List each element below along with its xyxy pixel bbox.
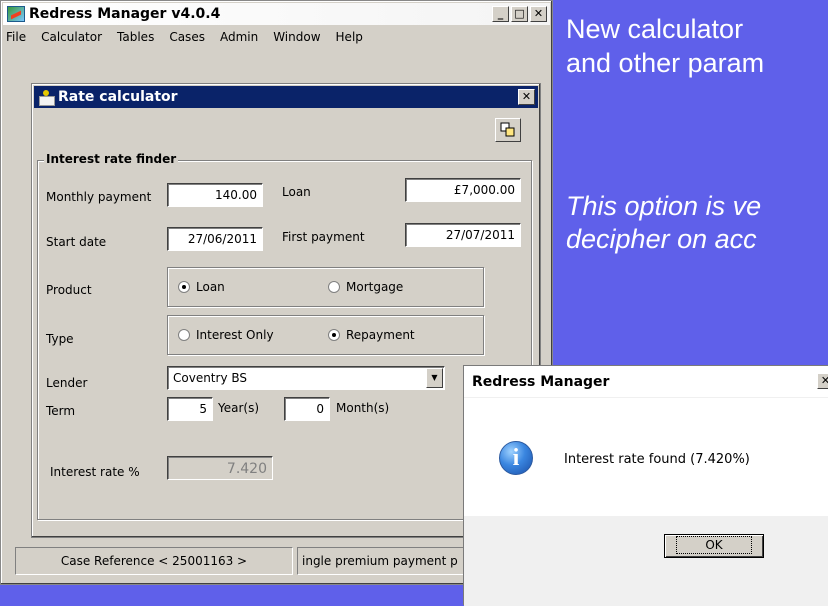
calculator-close-button[interactable]: ✕ <box>518 89 535 105</box>
group-title: Interest rate finder <box>44 152 179 166</box>
app-titlebar[interactable]: Redress Manager v4.0.4 _ □ ✕ <box>3 3 550 25</box>
menu-help[interactable]: Help <box>336 30 363 44</box>
app-logo-icon <box>7 6 25 22</box>
copy-button[interactable] <box>495 118 521 142</box>
monthly-payment-input[interactable]: 140.00 <box>167 183 263 207</box>
calculator-window-icon <box>38 89 55 106</box>
slide-note-line1: This option is ve <box>566 191 762 221</box>
ok-label: OK <box>676 536 752 554</box>
dialog-titlebar[interactable]: Redress Manager <box>464 366 828 398</box>
chevron-down-icon[interactable]: ▼ <box>426 368 443 388</box>
menu-bar: File Calculator Tables Cases Admin Windo… <box>3 27 550 47</box>
menu-calculator[interactable]: Calculator <box>41 30 102 44</box>
menu-file[interactable]: File <box>6 30 26 44</box>
menu-cases[interactable]: Cases <box>169 30 205 44</box>
lender-select[interactable]: Coventry BS ▼ <box>167 366 445 390</box>
radio-unchecked-icon <box>328 281 340 293</box>
minimize-button[interactable]: _ <box>492 6 509 22</box>
message-dialog: Redress Manager ✕ i Interest rate found … <box>463 365 828 606</box>
dialog-message: Interest rate found (7.420%) <box>564 452 750 467</box>
app-title: Redress Manager v4.0.4 <box>29 6 221 22</box>
lender-value: Coventry BS <box>173 371 248 385</box>
type-interest-only-label: Interest Only <box>196 328 274 342</box>
radio-unchecked-icon <box>178 329 190 341</box>
product-radio-group: Loan Mortgage <box>167 267 484 307</box>
menu-tables[interactable]: Tables <box>117 30 154 44</box>
interest-rate-label: Interest rate % <box>50 465 140 479</box>
type-repayment-radio[interactable]: Repayment <box>328 328 415 342</box>
first-payment-label: First payment <box>282 230 365 244</box>
ok-button[interactable]: OK <box>664 534 764 558</box>
slide-heading-line1: New calculator <box>566 14 744 44</box>
product-label: Product <box>46 283 92 297</box>
product-loan-radio[interactable]: Loan <box>178 280 225 294</box>
slide-heading-line2: and other param <box>566 48 765 78</box>
slide-note-line2: decipher on acc <box>566 224 757 254</box>
months-label: Month(s) <box>336 401 390 415</box>
product-loan-label: Loan <box>196 280 225 294</box>
close-button[interactable]: ✕ <box>530 6 547 22</box>
product-mortgage-label: Mortgage <box>346 280 404 294</box>
term-label: Term <box>46 404 76 418</box>
menu-window[interactable]: Window <box>273 30 320 44</box>
calculator-title: Rate calculator <box>58 89 178 105</box>
type-repayment-label: Repayment <box>346 328 415 342</box>
first-payment-input[interactable]: 27/07/2011 <box>405 223 521 247</box>
copy-icon <box>500 122 515 137</box>
interest-rate-output: 7.420 <box>167 456 273 480</box>
dialog-title: Redress Manager <box>472 373 610 390</box>
type-label: Type <box>46 332 74 346</box>
info-icon: i <box>499 441 533 475</box>
start-date-label: Start date <box>46 235 107 249</box>
years-label: Year(s) <box>218 401 260 415</box>
term-months-input[interactable]: 0 <box>284 397 330 421</box>
dialog-footer: OK <box>464 516 828 606</box>
interest-rate-finder-group: Interest rate finder Monthly payment 140… <box>37 152 532 520</box>
type-interest-only-radio[interactable]: Interest Only <box>178 328 274 342</box>
menu-admin[interactable]: Admin <box>220 30 258 44</box>
lender-label: Lender <box>46 376 88 390</box>
radio-checked-icon <box>328 329 340 341</box>
type-radio-group: Interest Only Repayment <box>167 315 484 355</box>
maximize-button[interactable]: □ <box>511 6 528 22</box>
start-date-input[interactable]: 27/06/2011 <box>167 227 263 251</box>
loan-input[interactable]: £7,000.00 <box>405 178 521 202</box>
radio-checked-icon <box>178 281 190 293</box>
monthly-payment-label: Monthly payment <box>46 190 152 204</box>
dialog-close-button[interactable]: ✕ <box>817 373 828 389</box>
calculator-titlebar[interactable]: Rate calculator ✕ <box>34 86 538 108</box>
product-mortgage-radio[interactable]: Mortgage <box>328 280 403 294</box>
term-years-input[interactable]: 5 <box>167 397 213 421</box>
case-reference-status: Case Reference < 25001163 > <box>15 547 293 575</box>
loan-label: Loan <box>282 185 311 199</box>
